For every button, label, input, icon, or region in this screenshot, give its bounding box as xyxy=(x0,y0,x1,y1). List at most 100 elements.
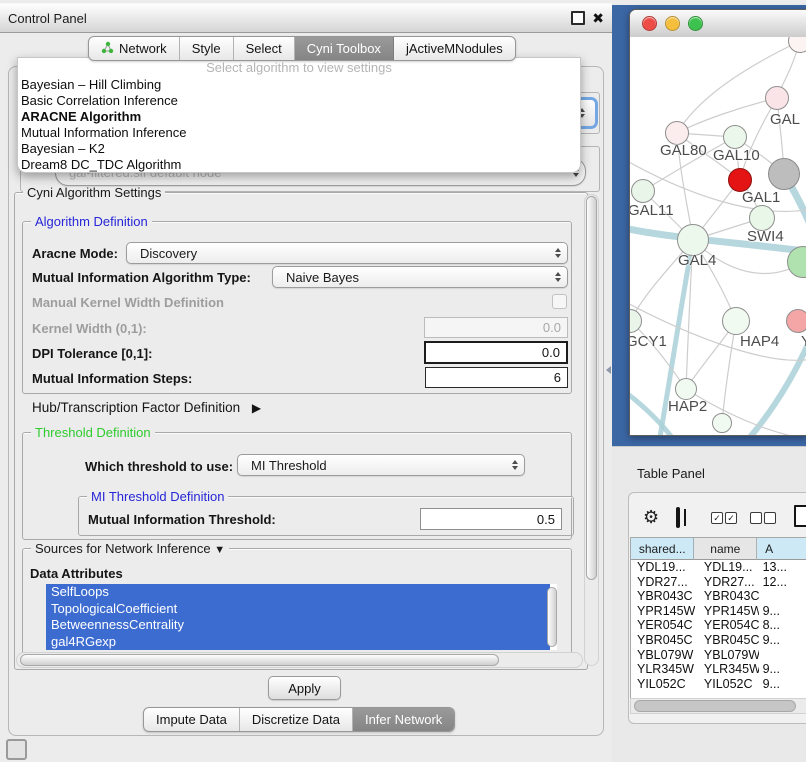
dropdown-item-bayesian-k2[interactable]: Bayesian – K2 xyxy=(18,141,580,157)
network-canvas[interactable]: GALGAL80GAL10GAL1GAL11SWI4GAL4GCY1HAP4YH… xyxy=(630,37,806,435)
column-header-shared[interactable]: shared... xyxy=(631,538,694,560)
list-item[interactable]: BetweennessCentrality xyxy=(46,617,550,634)
graph-node-label: Y xyxy=(801,333,806,350)
graph-node-gal11[interactable] xyxy=(631,179,655,203)
tab-select[interactable]: Select xyxy=(234,37,295,60)
table-row[interactable]: YBR045CYBR045C9... xyxy=(631,633,806,648)
hub-section-toggle[interactable]: Hub/Transcription Factor Definition ▶ xyxy=(32,400,261,415)
kernel-width-value: 0.0 xyxy=(543,320,561,335)
table-row[interactable]: YDL19...YDL19...13... xyxy=(631,560,806,575)
which-threshold-combo[interactable]: MI Threshold xyxy=(237,454,525,476)
kernel-width-field[interactable]: 0.0 xyxy=(424,317,568,338)
graph-node-label: GAL11 xyxy=(630,202,674,219)
table-row[interactable]: YBR043CYBR043C xyxy=(631,589,806,604)
table-hscroll-thumb[interactable] xyxy=(634,700,796,712)
list-item[interactable]: gal4RGexp xyxy=(46,634,550,651)
table-row[interactable]: YIL052CYIL052C9... xyxy=(631,677,806,692)
dropdown-item-dream8-dc-tdc-algorithm[interactable]: Dream8 DC_TDC Algorithm xyxy=(18,157,580,173)
table-row[interactable]: YER054CYER054C8... xyxy=(631,618,806,633)
graph-node-gal[interactable] xyxy=(765,86,789,110)
list-item[interactable]: TopologicalCoefficient xyxy=(46,601,550,618)
clear-all-checkboxes-icon[interactable] xyxy=(764,512,776,524)
float-window-icon[interactable] xyxy=(571,11,585,25)
mi-algorithm-type-combo[interactable]: Naive Bayes xyxy=(272,266,568,288)
select-all-checkboxes-icon[interactable]: ✓ xyxy=(725,512,737,524)
tab-discretize-data[interactable]: Discretize Data xyxy=(240,708,353,731)
hub-section-label: Hub/Transcription Factor Definition xyxy=(32,400,240,415)
sources-list-scrollbar[interactable] xyxy=(547,587,557,647)
table-row[interactable]: YLR345WYLR345W9... xyxy=(631,662,806,677)
table-cell: YBR043C xyxy=(695,589,759,604)
settings-vscroll-thumb[interactable] xyxy=(586,196,597,580)
tab-label: Impute Data xyxy=(156,712,227,727)
minimize-traffic-icon[interactable] xyxy=(665,16,680,31)
control-panel-tabs: NetworkStyle Select Cyni ToolboxjActiveMNo… xyxy=(88,36,516,61)
graph-node-hap2[interactable] xyxy=(675,378,697,400)
tab-label: Discretize Data xyxy=(252,712,340,727)
close-icon[interactable]: ✖ xyxy=(592,11,604,25)
table-cell: 13... xyxy=(759,560,806,575)
apply-button[interactable]: Apply xyxy=(268,676,341,700)
aracne-mode-combo[interactable]: Discovery xyxy=(126,242,568,264)
graph-node-gal10[interactable] xyxy=(723,125,747,149)
table-panel-title: Table Panel xyxy=(637,466,705,481)
dropdown-item-bayesian-hill-climbing[interactable]: Bayesian – Hill Climbing xyxy=(18,77,580,93)
which-threshold-value: MI Threshold xyxy=(251,458,327,473)
collapse-down-icon: ▼ xyxy=(214,544,225,556)
tab-cyni-toolbox[interactable]: Cyni Toolbox xyxy=(295,37,394,60)
table-cell xyxy=(759,589,806,604)
data-attributes-list[interactable]: SelfLoopsTopologicalCoefficientBetweenne… xyxy=(46,584,557,650)
table-row[interactable]: YDR27...YDR27...12... xyxy=(631,575,806,590)
table-cell: YBL079W xyxy=(631,648,695,663)
clear-all-checkboxes-icon[interactable] xyxy=(750,512,762,524)
settings-hscroll-thumb[interactable] xyxy=(20,654,499,666)
table-cell: 9... xyxy=(759,604,806,619)
manual-kernel-checkbox[interactable] xyxy=(552,294,567,309)
sources-title-label: Sources for Network Inference xyxy=(35,541,211,556)
table-row[interactable]: YPR145WYPR145W9... xyxy=(631,604,806,619)
panel-dock-icon[interactable] xyxy=(6,739,27,760)
columns-icon[interactable] xyxy=(676,507,680,528)
list-item[interactable]: SelfLoops xyxy=(46,584,550,601)
column-header-name[interactable]: name xyxy=(694,538,757,560)
zoom-traffic-icon[interactable] xyxy=(688,16,703,31)
mutual-info-threshold-field[interactable]: 0.5 xyxy=(420,508,562,530)
apply-button-label: Apply xyxy=(288,681,321,696)
tab-label: Infer Network xyxy=(365,712,442,727)
tab-infer-network[interactable]: Infer Network xyxy=(353,708,454,731)
tab-label: Select xyxy=(246,41,282,56)
table-cell: YLR345W xyxy=(631,662,695,677)
graph-node-hap4[interactable] xyxy=(722,307,750,335)
network-window-titlebar[interactable] xyxy=(630,10,806,38)
dropdown-item-basic-correlation-inference[interactable]: Basic Correlation Inference xyxy=(18,93,580,109)
dropdown-placeholder: Select algorithm to view settings xyxy=(18,60,580,77)
column-header-a[interactable]: A xyxy=(757,538,806,560)
gear-icon[interactable]: ⚙ xyxy=(643,508,659,526)
graph-node[interactable] xyxy=(768,158,800,190)
close-traffic-icon[interactable] xyxy=(642,16,657,31)
table-cell: YLR345W xyxy=(695,662,759,677)
splitter-handle-icon[interactable] xyxy=(606,366,611,374)
graph-node-label: GAL xyxy=(770,111,800,128)
aracne-mode-value: Discovery xyxy=(140,246,197,261)
graph-node[interactable] xyxy=(712,413,732,433)
tab-jactivemnodules[interactable]: jActiveMNodules xyxy=(394,37,515,60)
which-threshold-label: Which threshold to use: xyxy=(85,459,233,474)
control-panel-title: Control Panel xyxy=(8,11,87,26)
dropdown-item-aracne-algorithm[interactable]: ARACNE Algorithm xyxy=(18,109,580,125)
dropdown-item-mutual-information-inference[interactable]: Mutual Information Inference xyxy=(18,125,580,141)
table-cell: YIL052C xyxy=(631,677,695,692)
mi-threshold-definition-title: MI Threshold Definition xyxy=(87,489,228,504)
mi-steps-field[interactable]: 6 xyxy=(425,367,568,388)
tab-network[interactable]: Network xyxy=(89,37,180,60)
dpi-tolerance-field[interactable]: 0.0 xyxy=(424,341,568,364)
new-table-icon[interactable] xyxy=(794,505,806,527)
tab-style[interactable]: Style xyxy=(180,37,234,60)
mi-algorithm-type-label: Mutual Information Algorithm Type: xyxy=(32,270,251,285)
graph-node-y[interactable] xyxy=(786,309,806,333)
table-row[interactable]: YBL079WYBL079W xyxy=(631,648,806,663)
select-all-checkboxes-icon[interactable]: ✓ xyxy=(711,512,723,524)
sources-group-title[interactable]: Sources for Network Inference ▼ xyxy=(31,541,229,556)
graph-node-label: SWI4 xyxy=(747,228,784,245)
tab-impute-data[interactable]: Impute Data xyxy=(144,708,240,731)
